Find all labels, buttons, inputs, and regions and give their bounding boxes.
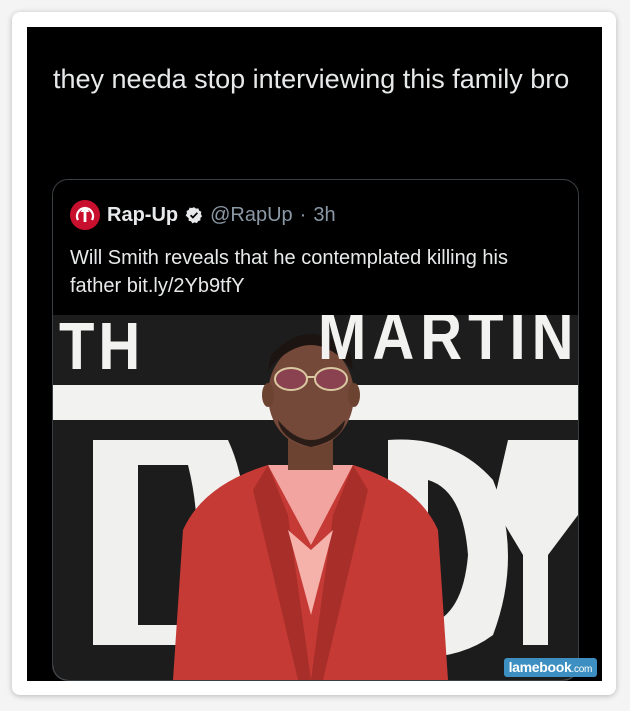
timestamp[interactable]: 3h — [313, 204, 335, 227]
separator-dot: · — [299, 203, 307, 226]
verified-badge-icon — [185, 206, 203, 224]
quoted-author-handle[interactable]: @RapUp — [210, 204, 293, 227]
quoted-author-name[interactable]: Rap-Up — [107, 204, 178, 227]
watermark-main: lamebook — [508, 659, 572, 675]
tweet-photo[interactable]: TH MARTIN LA — [53, 315, 578, 680]
rapup-logo-icon — [71, 201, 99, 229]
backdrop-text-left: TH — [59, 315, 145, 384]
watermark-suffix: .com — [571, 664, 593, 675]
lamebook-watermark: lamebook.com — [503, 658, 597, 677]
quoted-tweet-header: Rap-Up @RapUp · 3h — [70, 200, 336, 230]
avatar[interactable] — [70, 200, 100, 230]
quoted-tweet-text: Will Smith reveals that he contemplated … — [70, 247, 508, 297]
backdrop-text-right: MARTIN LA — [318, 315, 578, 374]
quoted-tweet-card[interactable]: Rap-Up @RapUp · 3h Will Smith reveals th… — [52, 179, 579, 681]
tweet-text: they needa stop interviewing this family… — [53, 64, 570, 94]
tweet-screenshot: they needa stop interviewing this family… — [27, 27, 602, 681]
